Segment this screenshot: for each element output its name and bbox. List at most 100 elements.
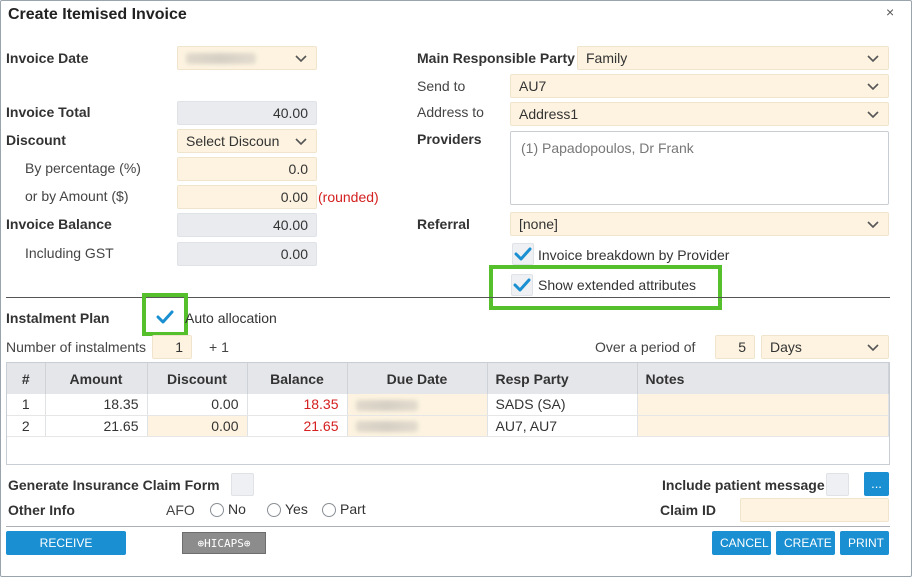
table-row[interactable]: 2 21.65 0.00 21.65 AU7, AU7 bbox=[7, 415, 889, 437]
close-icon[interactable]: × bbox=[886, 4, 894, 20]
radio-no[interactable] bbox=[210, 503, 224, 517]
other-info-label: Other Info bbox=[8, 502, 75, 518]
footer-divider bbox=[6, 526, 890, 527]
hicaps-logo: ⊕HICAPS⊕ bbox=[182, 532, 266, 554]
receive-payment-button[interactable]: RECEIVE PAYMENT bbox=[6, 531, 126, 574]
invoice-date-label: Invoice Date bbox=[6, 50, 89, 66]
chevron-down-icon bbox=[866, 217, 880, 231]
rounded-note: (rounded) bbox=[318, 189, 379, 205]
check-icon bbox=[156, 310, 174, 324]
chevron-down-icon bbox=[866, 340, 880, 354]
cell-amount[interactable]: 18.35 bbox=[45, 394, 148, 416]
radio-yes[interactable] bbox=[267, 503, 281, 517]
invoice-balance-field: 40.00 bbox=[177, 213, 317, 237]
cell-resp-party[interactable]: SADS (SA) bbox=[487, 394, 638, 416]
chevron-down-icon bbox=[294, 134, 308, 148]
cell-notes[interactable] bbox=[637, 394, 889, 416]
instalment-plan-label: Instalment Plan bbox=[6, 310, 110, 326]
cell-balance: 18.35 bbox=[247, 394, 348, 416]
check-icon bbox=[513, 278, 531, 292]
main-party-select[interactable]: Family bbox=[577, 46, 889, 70]
discount-select-value: Select Discoun bbox=[186, 133, 280, 149]
cell-discount[interactable]: 0.00 bbox=[147, 415, 248, 437]
breakdown-checkbox[interactable] bbox=[512, 243, 534, 265]
extended-attributes-label: Show extended attributes bbox=[538, 277, 696, 293]
col-header-discount[interactable]: Discount bbox=[147, 363, 248, 394]
providers-label: Providers bbox=[417, 131, 482, 147]
invoice-total-label: Invoice Total bbox=[6, 104, 91, 120]
invoice-balance-label: Invoice Balance bbox=[6, 216, 112, 232]
cell-num: 1 bbox=[7, 394, 46, 416]
cell-balance: 21.65 bbox=[247, 415, 348, 437]
claim-id-input[interactable] bbox=[740, 498, 889, 522]
extended-attributes-checkbox[interactable] bbox=[511, 274, 533, 296]
auto-allocation-label: Auto allocation bbox=[185, 310, 277, 326]
cell-notes[interactable] bbox=[637, 415, 889, 437]
num-instalments-input[interactable]: 1 bbox=[152, 335, 192, 359]
providers-list[interactable]: (1) Papadopoulos, Dr Frank bbox=[510, 131, 889, 205]
period-input[interactable]: 5 bbox=[715, 335, 755, 359]
radio-part-label: Part bbox=[340, 501, 366, 517]
include-message-checkbox[interactable] bbox=[826, 473, 849, 496]
by-amount-input[interactable]: 0.00 bbox=[177, 185, 317, 209]
check-icon bbox=[514, 247, 532, 261]
period-unit-select[interactable]: Days bbox=[761, 335, 889, 359]
col-header-resp-party[interactable]: Resp Party bbox=[487, 363, 638, 394]
plus-one-link[interactable]: + 1 bbox=[209, 339, 229, 355]
discount-label: Discount bbox=[6, 132, 66, 148]
breakdown-label: Invoice breakdown by Provider bbox=[538, 247, 730, 263]
radio-part[interactable] bbox=[322, 503, 336, 517]
table-row[interactable]: 1 18.35 0.00 18.35 SADS (SA) bbox=[7, 394, 889, 416]
including-gst-label: Including GST bbox=[25, 245, 114, 261]
radio-no-label: No bbox=[228, 501, 246, 517]
cell-num: 2 bbox=[7, 415, 46, 437]
radio-yes-label: Yes bbox=[285, 501, 308, 517]
cell-due-date[interactable] bbox=[347, 415, 488, 437]
col-header-balance[interactable]: Balance bbox=[247, 363, 348, 394]
col-header-amount[interactable]: Amount bbox=[45, 363, 148, 394]
generate-claim-label: Generate Insurance Claim Form bbox=[8, 477, 220, 493]
claim-id-label: Claim ID bbox=[660, 502, 717, 518]
send-to-select[interactable]: AU7 bbox=[510, 74, 889, 98]
referral-label: Referral bbox=[417, 216, 470, 232]
auto-allocation-checkbox[interactable] bbox=[154, 306, 176, 328]
including-gst-field: 0.00 bbox=[177, 242, 317, 266]
chevron-down-icon bbox=[866, 51, 880, 65]
num-instalments-label: Number of instalments bbox=[6, 339, 147, 355]
cell-due-date[interactable] bbox=[347, 394, 488, 416]
chevron-down-icon bbox=[866, 107, 880, 121]
by-amount-label: or by Amount ($) bbox=[25, 188, 129, 204]
more-button[interactable]: ... bbox=[864, 472, 889, 496]
invoice-total-field: 40.00 bbox=[177, 101, 317, 125]
main-party-label: Main Responsible Party bbox=[417, 50, 575, 66]
section-divider bbox=[6, 297, 890, 298]
due-date-redacted bbox=[355, 421, 418, 433]
period-unit-value: Days bbox=[770, 339, 802, 355]
address-to-select[interactable]: Address1 bbox=[510, 102, 889, 126]
cancel-button[interactable]: CANCEL bbox=[712, 531, 771, 555]
send-to-value: AU7 bbox=[519, 78, 547, 94]
invoice-date-value-redacted bbox=[186, 52, 256, 64]
col-header-num[interactable]: # bbox=[7, 363, 46, 394]
chevron-down-icon bbox=[866, 79, 880, 93]
col-header-notes[interactable]: Notes bbox=[637, 363, 889, 394]
cell-resp-party[interactable]: AU7, AU7 bbox=[487, 415, 638, 437]
provider-item[interactable]: (1) Papadopoulos, Dr Frank bbox=[521, 140, 694, 156]
referral-select[interactable]: [none] bbox=[510, 212, 889, 236]
cell-discount[interactable]: 0.00 bbox=[147, 394, 248, 416]
cell-amount[interactable]: 21.65 bbox=[45, 415, 148, 437]
generate-claim-checkbox[interactable] bbox=[231, 473, 254, 496]
by-percentage-label: By percentage (%) bbox=[25, 160, 141, 176]
main-party-value: Family bbox=[586, 50, 628, 66]
create-button[interactable]: CREATE bbox=[776, 531, 835, 555]
instalment-table: # Amount Discount Balance Due Date Resp … bbox=[6, 362, 890, 465]
chevron-down-icon bbox=[294, 51, 308, 65]
address-to-value: Address1 bbox=[519, 106, 579, 122]
by-percentage-input[interactable]: 0.0 bbox=[177, 157, 317, 181]
discount-select[interactable]: Select Discoun bbox=[177, 129, 317, 153]
col-header-due-date[interactable]: Due Date bbox=[347, 363, 488, 394]
print-button[interactable]: PRINT bbox=[840, 531, 889, 555]
afo-label: AFO bbox=[166, 502, 195, 518]
address-to-label: Address to bbox=[417, 104, 484, 120]
invoice-date-select[interactable] bbox=[177, 46, 317, 70]
